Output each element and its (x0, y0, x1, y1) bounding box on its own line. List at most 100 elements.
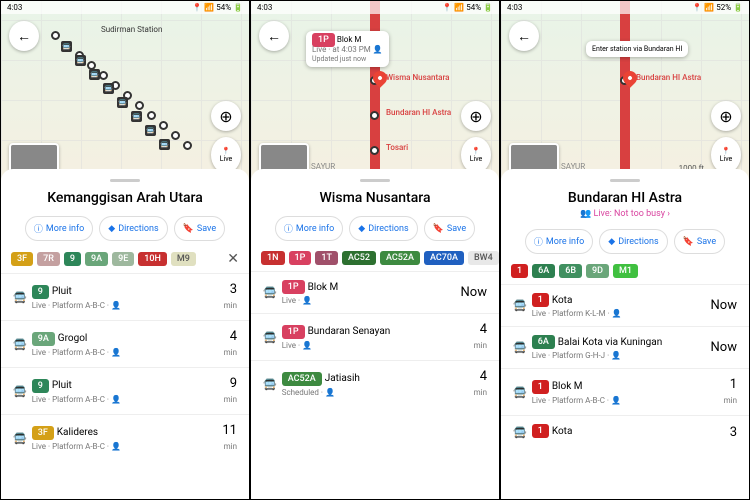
transit-stop-marker[interactable] (135, 101, 144, 110)
departures-list[interactable]: 🚍 1KotaLive · Platform K-L-M · 👤 Now 🚍 6… (501, 284, 749, 489)
departure-subtext: Live · Platform A-B-C · 👤 (32, 395, 224, 404)
route-chip[interactable]: 10H (138, 252, 167, 266)
bus-marker[interactable]: 🚍 (159, 139, 170, 150)
route-chip[interactable]: 1T (315, 251, 338, 265)
bus-marker[interactable]: 🚍 (117, 97, 128, 108)
bottom-sheet[interactable]: Bundaran HI Astra👥 Live: Not too busy › … (501, 169, 749, 499)
bottom-sheet[interactable]: Wisma Nusantara ⓘMore info ◆Directions 🔖… (251, 169, 499, 499)
departures-list[interactable]: 🚍 1PBlok MLive · 👤 Now 🚍 1PBundaran Sena… (251, 271, 499, 489)
transit-stop-marker[interactable] (370, 146, 379, 155)
transit-stop-marker[interactable] (171, 131, 180, 140)
enter-station-popup[interactable]: Enter station via Bundaran HI (586, 41, 688, 57)
departure-row[interactable]: 🚍 1Blok MLive · Platform A-B-C · 👤 1min (501, 368, 749, 415)
bus-icon: 🚍 (13, 338, 27, 351)
transit-stop-marker[interactable] (370, 111, 379, 120)
sheet-handle[interactable] (360, 179, 390, 182)
back-button[interactable]: ← (259, 21, 289, 51)
more-info-button[interactable]: ⓘMore info (525, 229, 593, 254)
info-icon: ⓘ (284, 222, 293, 235)
save-button[interactable]: 🔖Save (674, 229, 725, 254)
route-chip[interactable]: 9A (85, 252, 108, 266)
route-chip[interactable]: AC52 (342, 251, 376, 265)
transit-popup[interactable]: 1P Blok MLive · at 4:03 PM 👤Updated just… (306, 31, 389, 67)
route-chip[interactable]: 6B (559, 264, 582, 278)
route-chip[interactable]: 9D (586, 264, 609, 278)
directions-button[interactable]: ◆Directions (349, 216, 417, 241)
bus-icon: 🚍 (513, 426, 527, 439)
departure-row[interactable]: 🚍 1KotaLive · Platform K-L-M · 👤 Now (501, 284, 749, 326)
route-chip[interactable]: 9 (64, 252, 81, 266)
live-button[interactable]: 📍Live (711, 137, 741, 173)
more-info-button[interactable]: ⓘMore info (275, 216, 343, 241)
status-time: 4:03 (7, 3, 22, 12)
route-chip[interactable]: 3F (11, 252, 33, 266)
bus-marker[interactable]: 🚍 (145, 125, 156, 136)
back-button[interactable]: ← (9, 21, 39, 51)
route-chip[interactable]: 1P (289, 251, 312, 265)
directions-icon: ◆ (358, 224, 365, 234)
route-chip[interactable]: 6A (532, 264, 555, 278)
departure-row[interactable]: 🚍 AC52AJatiasihScheduled · 👤 4min (251, 360, 499, 407)
map-area[interactable]: ← ⊕ 📍Live Sudirman Station🚍🚍🚍🚍🚍🚍🚍🚍 (1, 1, 249, 181)
station-title: Wisma Nusantara (251, 190, 499, 206)
locate-button[interactable]: ⊕ (711, 101, 741, 131)
busyness-indicator[interactable]: 👥 Live: Not too busy › (501, 209, 749, 219)
route-chip[interactable]: 1N (261, 251, 285, 265)
close-routes-icon[interactable]: ✕ (227, 251, 239, 267)
place-label: Bundaran HI Astra (386, 108, 451, 117)
departure-row[interactable]: 🚍 9PluitLive · Platform A-B-C · 👤 9min (1, 367, 249, 414)
directions-button[interactable]: ◆Directions (99, 216, 167, 241)
transit-stop-marker[interactable] (51, 31, 60, 40)
more-info-button[interactable]: ⓘMore info (25, 216, 93, 241)
route-chip[interactable]: BW4 (468, 251, 499, 265)
bus-marker[interactable]: 🚍 (75, 55, 86, 66)
departure-row[interactable]: 🚍 6ABalai Kota via KuninganLive · Platfo… (501, 326, 749, 368)
directions-button[interactable]: ◆Directions (599, 229, 667, 254)
map-label: Sudirman Station (101, 25, 162, 34)
departure-row[interactable]: 🚍 3FKalideresLive · Platform A-B-C · 👤 1… (1, 414, 249, 461)
departure-row[interactable]: 🚍 1PBundaran SenayanLive · 👤 4min (251, 313, 499, 360)
live-icon: 📍 (722, 147, 731, 155)
route-chip[interactable]: AC52A (380, 251, 420, 265)
locate-button[interactable]: ⊕ (461, 101, 491, 131)
transit-stop-marker[interactable] (99, 71, 108, 80)
bus-marker[interactable]: 🚍 (103, 83, 114, 94)
bus-marker[interactable]: 🚍 (131, 111, 142, 122)
info-icon: ⓘ (34, 222, 43, 235)
departures-list[interactable]: 🚍 9PluitLive · Platform A-B-C · 👤 3min 🚍… (1, 273, 249, 489)
departure-row[interactable]: 🚍 1Kota 3 (501, 415, 749, 448)
departure-subtext: Live · Platform A-B-C · 👤 (32, 442, 223, 451)
route-chip[interactable]: M9 (171, 252, 196, 266)
departure-row[interactable]: 🚍 9PluitLive · Platform A-B-C · 👤 3min (1, 273, 249, 320)
route-chip[interactable]: M1 (613, 264, 638, 278)
map-area[interactable]: ← ⊕ 📍Live 1P Blok MLive · at 4:03 PM 👤Up… (251, 1, 499, 181)
locate-button[interactable]: ⊕ (211, 101, 241, 131)
sheet-handle[interactable] (110, 179, 140, 182)
transit-stop-marker[interactable] (159, 121, 168, 130)
route-chip[interactable]: AC70A (424, 251, 464, 265)
destination: Jatiasih (325, 373, 360, 384)
transit-stop-marker[interactable] (183, 141, 192, 150)
live-button[interactable]: 📍Live (461, 137, 491, 173)
route-chip[interactable]: 1 (511, 264, 528, 278)
destination: Kota (552, 426, 573, 437)
transit-stop-marker[interactable] (147, 111, 156, 120)
sheet-handle[interactable] (610, 179, 640, 182)
route-chip[interactable]: 9E (112, 252, 134, 266)
route-chip: AC52A (282, 372, 322, 386)
live-label: Live (720, 155, 733, 163)
departure-row[interactable]: 🚍 9AGrogolLive · Platform A-B-C · 👤 4min (1, 320, 249, 367)
route-chip[interactable]: 7R (37, 252, 60, 266)
live-button[interactable]: 📍Live (211, 137, 241, 173)
back-button[interactable]: ← (509, 21, 539, 51)
bottom-sheet[interactable]: Kemanggisan Arah Utara ⓘMore info ◆Direc… (1, 169, 249, 499)
bus-marker[interactable]: 🚍 (89, 69, 100, 80)
departure-subtext: Live · Platform A-B-C · 👤 (32, 301, 224, 310)
departure-subtext: Live · 👤 (282, 296, 461, 305)
eta: 9min (224, 376, 237, 406)
save-button[interactable]: 🔖Save (424, 216, 475, 241)
bus-marker[interactable]: 🚍 (61, 41, 72, 52)
map-area[interactable]: ← ⊕ 📍Live Enter station via Bundaran HIB… (501, 1, 749, 181)
departure-row[interactable]: 🚍 1PBlok MLive · 👤 Now (251, 271, 499, 313)
save-button[interactable]: 🔖Save (174, 216, 225, 241)
